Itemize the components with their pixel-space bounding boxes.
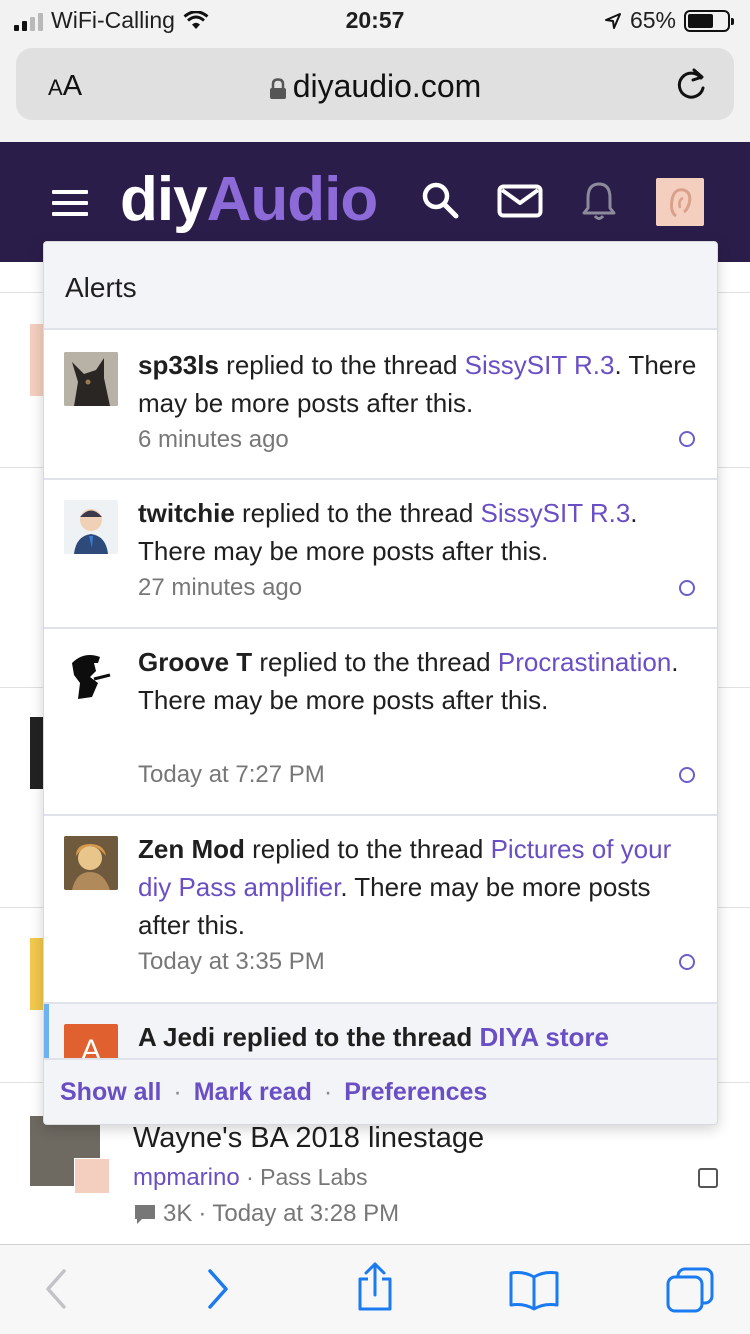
alert-text: sp33ls replied to the thread SissySIT R.…: [138, 346, 698, 422]
user-avatar[interactable]: [656, 178, 704, 226]
address-bar[interactable]: AA diyaudio.com: [16, 48, 734, 120]
bell-icon[interactable]: [580, 180, 618, 222]
alert-item[interactable]: Zen Mod replied to the thread Pictures o…: [44, 816, 717, 1004]
location-arrow-icon: [604, 12, 621, 29]
alerts-footer: Show all · Mark read · Preferences: [44, 1058, 717, 1124]
lock-icon: [269, 77, 286, 99]
thread-thumbnail: [30, 938, 44, 1010]
alert-action: replied to the thread: [252, 647, 498, 677]
battery-icon: [684, 9, 734, 32]
thread-title[interactable]: Wayne's BA 2018 linestage: [133, 1122, 484, 1155]
thread-thumbnail: [30, 324, 44, 396]
alert-thread-link[interactable]: SissySIT R.3: [465, 350, 615, 380]
show-all-link[interactable]: Show all: [60, 1078, 161, 1107]
tabs-icon[interactable]: [664, 1265, 716, 1315]
alerts-footer-links: Show all · Mark read · Preferences: [60, 1078, 487, 1107]
url-text: diyaudio.com: [292, 68, 482, 104]
alert-username[interactable]: Groove T: [138, 647, 252, 677]
mark-read-link[interactable]: Mark read: [194, 1078, 312, 1107]
alert-username[interactable]: twitchie: [138, 498, 235, 528]
alerts-title: Alerts: [65, 272, 137, 303]
mark-read-toggle[interactable]: [679, 431, 695, 447]
battery-level-fill: [688, 13, 713, 28]
alert-action: replied to the thread: [244, 834, 491, 864]
alert-item[interactable]: sp33ls replied to the thread SissySIT R.…: [44, 330, 717, 480]
cartoon-person-avatar-image: [64, 500, 118, 554]
menu-icon[interactable]: [52, 190, 88, 223]
alert-username[interactable]: A Jedi: [138, 1022, 215, 1052]
reply-count: 3K: [163, 1200, 193, 1227]
alert-username[interactable]: sp33ls: [138, 350, 219, 380]
comment-icon: [135, 1205, 155, 1224]
meta-separator: ·: [198, 1200, 207, 1227]
mail-icon[interactable]: [497, 184, 543, 218]
alert-user-avatar[interactable]: A: [64, 1024, 118, 1058]
alert-item[interactable]: Groove T replied to the thread Procrasti…: [44, 629, 717, 816]
silhouette-avatar-image: [64, 649, 118, 703]
alert-text: twitchie replied to the thread SissySIT …: [138, 494, 698, 570]
alerts-dropdown: Alerts sp33ls replied to the thread Siss…: [43, 241, 718, 1125]
search-icon[interactable]: [420, 180, 462, 222]
bookmarks-icon[interactable]: [508, 1269, 560, 1311]
alert-thread-link[interactable]: DIYA store: [479, 1022, 609, 1052]
alert-time: 27 minutes ago: [138, 574, 303, 601]
alert-user-avatar[interactable]: [64, 836, 118, 890]
logo-text-audio: Audio: [206, 165, 379, 234]
share-icon[interactable]: [354, 1261, 396, 1313]
painting-avatar-image: [64, 836, 118, 890]
mark-read-toggle[interactable]: [679, 580, 695, 596]
alert-text: Groove T replied to the thread Procrasti…: [138, 643, 698, 719]
logo-text-diy: diy: [120, 165, 208, 234]
status-right: 65%: [604, 7, 734, 34]
alert-username[interactable]: Zen Mod: [138, 834, 245, 864]
meta-separator: ·: [246, 1164, 254, 1190]
dog-avatar-image: [64, 352, 118, 406]
forward-icon[interactable]: [200, 1267, 234, 1311]
alert-user-avatar[interactable]: [64, 649, 118, 703]
author-avatar: [74, 1158, 110, 1194]
alerts-header: Alerts: [44, 242, 717, 330]
site-logo[interactable]: diyAudio: [120, 164, 379, 235]
alert-action: replied to the thread: [215, 1022, 480, 1052]
url-display[interactable]: diyaudio.com: [16, 68, 734, 105]
alert-time: Today at 3:35 PM: [138, 948, 325, 975]
reload-icon[interactable]: [674, 66, 708, 102]
thread-meta: mpmarino · Pass Labs: [133, 1164, 368, 1192]
battery-percent: 65%: [629, 7, 676, 33]
alerts-list: sp33ls replied to the thread SissySIT R.…: [44, 330, 717, 1058]
ear-avatar-image: [670, 188, 692, 218]
alert-action: replied to the thread: [234, 498, 481, 528]
mark-read-toggle[interactable]: [679, 954, 695, 970]
footer-separator: ·: [173, 1078, 182, 1106]
thread-thumbnail: [30, 717, 44, 789]
alert-item-unread[interactable]: A A Jedi replied to the thread DIYA stor…: [44, 1004, 717, 1058]
thread-author[interactable]: mpmarino: [133, 1164, 240, 1191]
last-post-time: Today at 3:28 PM: [212, 1200, 400, 1227]
browser-toolbar: [0, 1244, 750, 1334]
status-bar: WiFi-Calling 20:57 65%: [0, 0, 750, 42]
alert-time: Today at 7:27 PM: [138, 761, 325, 788]
browser-url-area: AA diyaudio.com: [0, 42, 750, 142]
alert-time: 6 minutes ago: [138, 426, 289, 453]
alert-user-avatar[interactable]: [64, 500, 118, 554]
back-icon[interactable]: [40, 1267, 74, 1311]
alert-thread-link[interactable]: Procrastination: [498, 647, 671, 677]
alert-user-avatar[interactable]: [64, 352, 118, 406]
thread-select-checkbox[interactable]: [698, 1168, 718, 1188]
alert-action: replied to the thread: [218, 350, 465, 380]
alert-text: Zen Mod replied to the thread Pictures o…: [138, 830, 698, 944]
alert-thread-link[interactable]: SissySIT R.3: [481, 498, 631, 528]
alert-text: A Jedi replied to the thread DIYA store: [138, 1018, 698, 1056]
footer-separator: ·: [323, 1078, 333, 1106]
thread-stats: 3K · Today at 3:28 PM: [133, 1200, 399, 1228]
alert-item[interactable]: twitchie replied to the thread SissySIT …: [44, 480, 717, 629]
thread-forum[interactable]: Pass Labs: [260, 1164, 367, 1190]
preferences-link[interactable]: Preferences: [344, 1078, 487, 1107]
mark-read-toggle[interactable]: [679, 767, 695, 783]
